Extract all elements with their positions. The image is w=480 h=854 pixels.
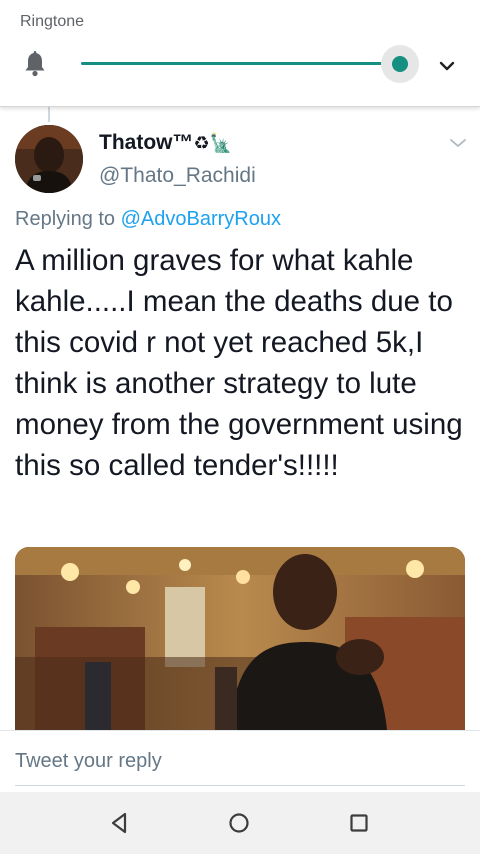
bell-icon[interactable]	[23, 51, 47, 77]
author-name[interactable]: Thatow™♻🗽	[99, 131, 232, 155]
reply-input-underline	[15, 785, 465, 786]
replying-to-prefix: Replying to	[15, 208, 121, 230]
avatar[interactable]	[15, 125, 83, 193]
thread-connector	[48, 106, 50, 122]
author-handle[interactable]: @Thato_Rachidi	[99, 164, 256, 188]
reply-input[interactable]: Tweet your reply	[15, 750, 162, 773]
tweet-text: A million graves for what kahle kahle...…	[15, 244, 463, 482]
author-name-emoji: ♻🗽	[193, 133, 233, 153]
tweet-media-image[interactable]	[15, 547, 465, 730]
volume-panel: Ringtone	[0, 0, 480, 107]
divider	[0, 730, 480, 731]
author-display-name: Thatow™	[99, 131, 194, 154]
replying-to-link[interactable]: @AdvoBarryRoux	[121, 208, 281, 230]
back-icon[interactable]	[107, 810, 133, 836]
recents-icon[interactable]	[346, 810, 372, 836]
volume-slider-thumb[interactable]	[391, 56, 408, 72]
replying-to: Replying to @AdvoBarryRoux	[15, 208, 281, 231]
chevron-down-icon[interactable]	[435, 54, 459, 78]
system-navigation-bar	[0, 792, 480, 854]
tweet-menu-chevron-icon[interactable]	[447, 134, 469, 152]
volume-stream-title: Ringtone	[20, 13, 85, 30]
volume-slider-track[interactable]	[81, 62, 400, 65]
home-icon[interactable]	[226, 810, 252, 836]
